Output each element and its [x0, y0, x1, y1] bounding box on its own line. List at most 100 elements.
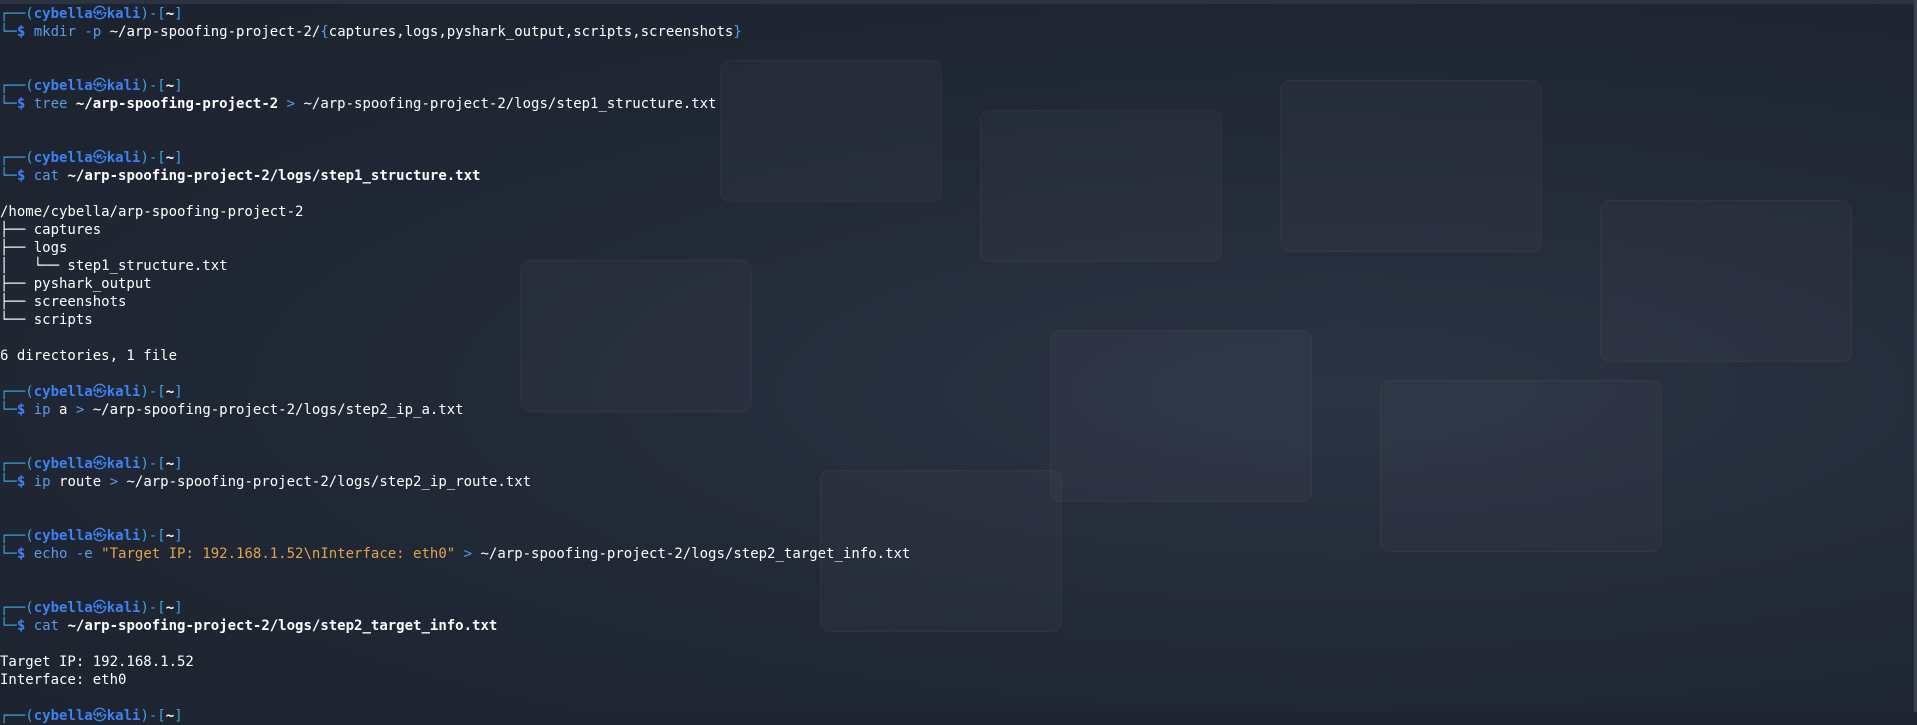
prompt-at-symbol: ㉿	[92, 384, 107, 400]
command-argument[interactable]: ~/arp-spoofing-project-2/	[110, 24, 321, 40]
prompt-at-symbol: ㉿	[92, 456, 107, 472]
command-argument[interactable]: ~/arp-spoofing-project-2/logs/step2_targ…	[480, 546, 910, 562]
prompt-frame: ]	[174, 456, 183, 472]
output-line: 6 directories, 1 file	[0, 348, 178, 364]
prompt-frame: ]	[174, 600, 183, 616]
command-argument[interactable]: >	[101, 474, 126, 490]
command-line[interactable]: └─$ ip a > ~/arp-spoofing-project-2/logs…	[0, 401, 1909, 419]
prompt-header: ┌──(cybella㉿kali)-[~]	[0, 527, 1909, 545]
prompt-arrow: └─	[0, 402, 17, 418]
command-argument[interactable]: -p	[76, 24, 110, 40]
prompt-user: cybella	[33, 78, 93, 94]
prompt-directory: ~	[165, 384, 175, 400]
prompt-host: kali	[106, 600, 141, 616]
command-name[interactable]: cat	[34, 618, 59, 634]
prompt-at-symbol: ㉿	[92, 78, 107, 94]
command-argument[interactable]: ~/arp-spoofing-project-2/logs/step2_targ…	[59, 618, 497, 634]
command-line[interactable]: └─$ mkdir -p ~/arp-spoofing-project-2/{c…	[0, 23, 1909, 41]
prompt-frame: ┌──(	[0, 78, 34, 94]
prompt-frame: ┌──(	[0, 6, 34, 22]
prompt-at-symbol: ㉿	[92, 6, 107, 22]
output-line: └── scripts	[0, 312, 93, 328]
prompt-arrow: └─	[0, 546, 17, 562]
prompt-frame: )-[	[140, 600, 166, 616]
prompt-frame: ┌──(	[0, 600, 34, 616]
prompt-frame: )-[	[140, 528, 166, 544]
command-argument[interactable]: {	[320, 24, 328, 40]
prompt-frame: ]	[174, 6, 183, 22]
command-name[interactable]: cat	[34, 168, 59, 184]
command-argument[interactable]: a	[51, 402, 67, 418]
output-line: ├── screenshots	[0, 294, 127, 310]
prompt-frame: )-[	[140, 708, 166, 724]
command-name[interactable]: ip	[34, 402, 51, 418]
prompt-arrow: └─	[0, 96, 17, 112]
command-line[interactable]: └─$ cat ~/arp-spoofing-project-2/logs/st…	[0, 617, 1909, 635]
command-argument[interactable]: ~/arp-spoofing-project-2/logs/step2_ip_a…	[93, 402, 464, 418]
prompt-user: cybella	[33, 708, 93, 724]
output-line: ├── captures	[0, 222, 102, 238]
prompt-user: cybella	[33, 600, 93, 616]
command-argument[interactable]: ~/arp-spoofing-project-2/logs/step1_stru…	[303, 96, 716, 112]
command-argument[interactable]: route	[51, 474, 101, 490]
prompt-frame: )-[	[140, 150, 166, 166]
prompt-directory: ~	[165, 456, 175, 472]
command-argument[interactable]: >	[455, 546, 480, 562]
prompt-user: cybella	[33, 384, 93, 400]
command-argument[interactable]: captures,logs,pyshark_output,scripts,scr…	[329, 24, 734, 40]
prompt-frame: )-[	[140, 384, 166, 400]
output-line: Interface: eth0	[0, 672, 127, 688]
command-line[interactable]: └─$ echo -e "Target IP: 192.168.1.52\nIn…	[0, 545, 1909, 563]
prompt-host: kali	[106, 6, 141, 22]
output-line: │ └── step1_structure.txt	[0, 258, 228, 274]
prompt-header: ┌──(cybella㉿kali)-[~]	[0, 5, 1909, 23]
prompt-arrow: └─	[0, 618, 17, 634]
prompt-arrow: └─	[0, 474, 17, 490]
command-name[interactable]: ip	[34, 474, 51, 490]
command-argument[interactable]: -e	[67, 546, 101, 562]
command-argument[interactable]: ~/arp-spoofing-project-2	[67, 96, 278, 112]
prompt-at-symbol: ㉿	[92, 600, 107, 616]
prompt-arrow: └─	[0, 168, 17, 184]
prompt-at-symbol: ㉿	[92, 708, 107, 724]
command-argument[interactable]: ~/arp-spoofing-project-2/logs/step1_stru…	[59, 168, 480, 184]
prompt-host: kali	[106, 384, 141, 400]
prompt-user: cybella	[33, 528, 93, 544]
command-name[interactable]: echo	[34, 546, 68, 562]
command-argument[interactable]: "Target IP: 192.168.1.52\nInterface: eth…	[101, 546, 455, 562]
prompt-header: ┌──(cybella㉿kali)-[~]	[0, 77, 1909, 95]
prompt-user: cybella	[33, 456, 93, 472]
window-top-edge	[0, 0, 1917, 4]
prompt-directory: ~	[165, 78, 175, 94]
prompt-frame: ┌──(	[0, 384, 34, 400]
command-argument[interactable]: >	[278, 96, 303, 112]
command-line[interactable]: └─$ cat ~/arp-spoofing-project-2/logs/st…	[0, 167, 1909, 185]
command-argument[interactable]: >	[67, 402, 92, 418]
command-line[interactable]: └─$ ip route > ~/arp-spoofing-project-2/…	[0, 473, 1909, 491]
prompt-user: cybella	[33, 150, 93, 166]
prompt-at-symbol: ㉿	[92, 528, 107, 544]
command-name[interactable]: mkdir	[34, 24, 76, 40]
prompt-host: kali	[106, 150, 141, 166]
terminal-output[interactable]: ┌──(cybella㉿kali)-[~] └─$ mkdir -p ~/arp-…	[0, 5, 1909, 725]
prompt-frame: ]	[174, 528, 183, 544]
command-line[interactable]: └─$ tree ~/arp-spoofing-project-2 > ~/ar…	[0, 95, 1909, 113]
prompt-host: kali	[106, 708, 141, 724]
prompt-header: ┌──(cybella㉿kali)-[~]	[0, 599, 1909, 617]
command-name[interactable]: tree	[34, 96, 68, 112]
prompt-frame: )-[	[140, 6, 166, 22]
command-argument[interactable]: ~/arp-spoofing-project-2/logs/step2_ip_r…	[126, 474, 531, 490]
prompt-frame: ]	[174, 708, 183, 724]
prompt-frame: ]	[174, 78, 183, 94]
command-argument[interactable]: }	[733, 24, 741, 40]
